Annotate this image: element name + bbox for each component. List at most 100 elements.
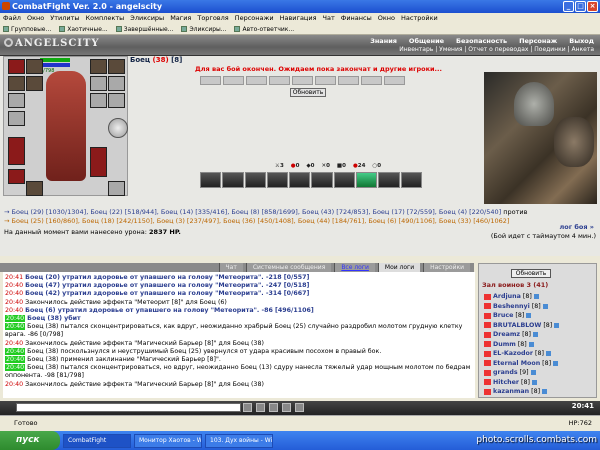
menu-trade[interactable]: Торговля	[197, 13, 228, 24]
player-entry[interactable]: Eternal Moon [8]	[484, 359, 594, 369]
player-entry[interactable]: grands [9]	[484, 368, 594, 378]
player-entry[interactable]: Dreamz [8]	[484, 330, 594, 340]
player-entry[interactable]: BRUTALBLOW [8]	[484, 321, 594, 331]
menu-magic[interactable]: Магия	[170, 13, 191, 24]
menu-elixirs[interactable]: Эликсиры	[130, 13, 164, 24]
chat-log[interactable]: 20:41 Боец (20) утратил здоровье от упав…	[3, 272, 475, 398]
nav-security[interactable]: Безопасность	[456, 37, 507, 45]
info-icon[interactable]	[553, 360, 559, 366]
translit-button[interactable]	[282, 403, 291, 412]
chat-line: 20:40 Закончилось действие эффекта "Маги…	[5, 380, 264, 388]
skill-slot[interactable]	[400, 172, 422, 188]
ring-slot[interactable]	[26, 76, 43, 91]
tab-settings[interactable]: Настройки	[423, 263, 470, 272]
nav-character[interactable]: Персонаж	[519, 37, 557, 45]
info-icon[interactable]	[526, 313, 532, 319]
fav-finished[interactable]: Завершённые...	[115, 24, 173, 34]
gloves-slot[interactable]	[90, 59, 107, 74]
info-icon[interactable]	[542, 389, 548, 395]
armor-slot[interactable]	[8, 137, 25, 165]
task-monitor[interactable]: Монитор Хаотов - W...	[134, 433, 202, 448]
menu-window[interactable]: Окно	[27, 13, 44, 24]
skill-slot[interactable]	[244, 172, 266, 188]
menu-characters[interactable]: Персонажи	[235, 13, 274, 24]
info-icon[interactable]	[530, 370, 536, 376]
tab-my-logs[interactable]: Мои логи	[377, 263, 421, 272]
fav-chaos[interactable]: Хаотичные...	[59, 24, 108, 34]
battle-log-link[interactable]: лог боя »	[559, 223, 594, 231]
boots-slot[interactable]	[90, 147, 107, 177]
close-button[interactable]: ×	[587, 1, 598, 12]
earring-slot[interactable]	[26, 59, 43, 74]
weapon2-slot[interactable]	[8, 111, 25, 126]
skill-slot[interactable]	[333, 172, 356, 188]
skill-slot[interactable]	[200, 172, 222, 188]
bracers-slot[interactable]	[108, 59, 125, 74]
item-slot-c[interactable]	[90, 93, 107, 108]
task-spirit-war[interactable]: 103. Дух войны - Wi...	[205, 433, 273, 448]
menu-settings[interactable]: Настройки	[401, 13, 438, 24]
info-icon[interactable]	[542, 303, 548, 309]
start-button[interactable]: пуск	[0, 431, 60, 450]
player-entry[interactable]: EL-Kazodor [8]	[484, 349, 594, 359]
nav-exit[interactable]: Выход	[569, 37, 594, 45]
clear-button[interactable]	[256, 403, 265, 412]
chat-input[interactable]	[16, 403, 241, 412]
task-combatfight[interactable]: CombatFight	[63, 433, 131, 448]
helmet-slot[interactable]	[8, 59, 25, 74]
ring2-slot[interactable]	[26, 181, 43, 196]
menu-window2[interactable]: Окно	[378, 13, 395, 24]
refresh-button[interactable]: Обновить	[290, 88, 326, 97]
amulet-slot[interactable]	[8, 76, 25, 91]
skill-slot[interactable]	[289, 172, 311, 188]
tab-chat[interactable]: Чат	[218, 263, 243, 272]
menu-file[interactable]: Файл	[3, 13, 21, 24]
tab-all-logs[interactable]: Все логи	[334, 263, 375, 272]
info-icon[interactable]	[533, 294, 539, 300]
skill-slot[interactable]	[222, 172, 244, 188]
send-button[interactable]	[243, 403, 252, 412]
menu-navigation[interactable]: Навигация	[280, 13, 317, 24]
fav-group[interactable]: Групповые...	[3, 24, 51, 34]
smiles-button[interactable]	[269, 403, 278, 412]
item-slot-d[interactable]	[108, 93, 125, 108]
info-icon[interactable]	[545, 351, 551, 357]
minimize-button[interactable]: _	[563, 1, 574, 12]
fav-elixirs[interactable]: Эликсиры...	[181, 24, 226, 34]
item-slot-b[interactable]	[108, 76, 125, 91]
skill-slot-active[interactable]	[356, 172, 378, 188]
skill-slot[interactable]	[266, 172, 289, 188]
item-slot-a[interactable]	[90, 76, 107, 91]
nav-knowledge[interactable]: Знания	[370, 37, 397, 45]
info-icon[interactable]	[528, 341, 534, 347]
weapon-slot[interactable]	[8, 93, 25, 108]
shield-icon[interactable]	[108, 118, 128, 138]
nav-social[interactable]: Общение	[409, 37, 444, 45]
team-one[interactable]: → Боец (29) [1030/1304], Боец (22) [518/…	[4, 208, 598, 217]
skill-slot[interactable]	[311, 172, 333, 188]
player-entry[interactable]: Dumm [8]	[484, 340, 594, 350]
menu-finance[interactable]: Финансы	[341, 13, 372, 24]
skill-slot[interactable]	[378, 172, 400, 188]
item-slot-e[interactable]	[108, 181, 125, 196]
menu-utilities[interactable]: Утилиты	[50, 13, 79, 24]
filter-button[interactable]	[295, 403, 304, 412]
player-entry[interactable]: Bruce [8]	[484, 311, 594, 321]
belt-slot[interactable]	[8, 169, 25, 184]
room-refresh-button[interactable]: Обновить	[511, 269, 551, 278]
maximize-button[interactable]: □	[575, 1, 586, 12]
team-two[interactable]: → Боец (25) [160/860], Боец (18) [242/11…	[4, 217, 598, 226]
menu-chat[interactable]: Чат	[323, 13, 335, 24]
player-entry[interactable]: Beshennyi [8]	[484, 302, 594, 312]
player-entry[interactable]: Ardjuna [8]	[484, 292, 594, 302]
game-subnav[interactable]: Инвентарь | Умения | Отчет о переводах |…	[399, 46, 594, 53]
info-icon[interactable]	[533, 332, 539, 338]
enemy-name[interactable]: Боец (38) [8]	[130, 56, 182, 64]
info-icon[interactable]	[531, 379, 537, 385]
player-entry[interactable]: Hitcher [8]	[484, 378, 594, 388]
menu-sets[interactable]: Комплекты	[86, 13, 125, 24]
fav-autoreply[interactable]: Авто-ответчик...	[234, 24, 294, 34]
info-icon[interactable]	[554, 322, 560, 328]
player-entry[interactable]: kazanman [8]	[484, 387, 594, 397]
tab-system[interactable]: Системные сообщения	[245, 263, 332, 272]
